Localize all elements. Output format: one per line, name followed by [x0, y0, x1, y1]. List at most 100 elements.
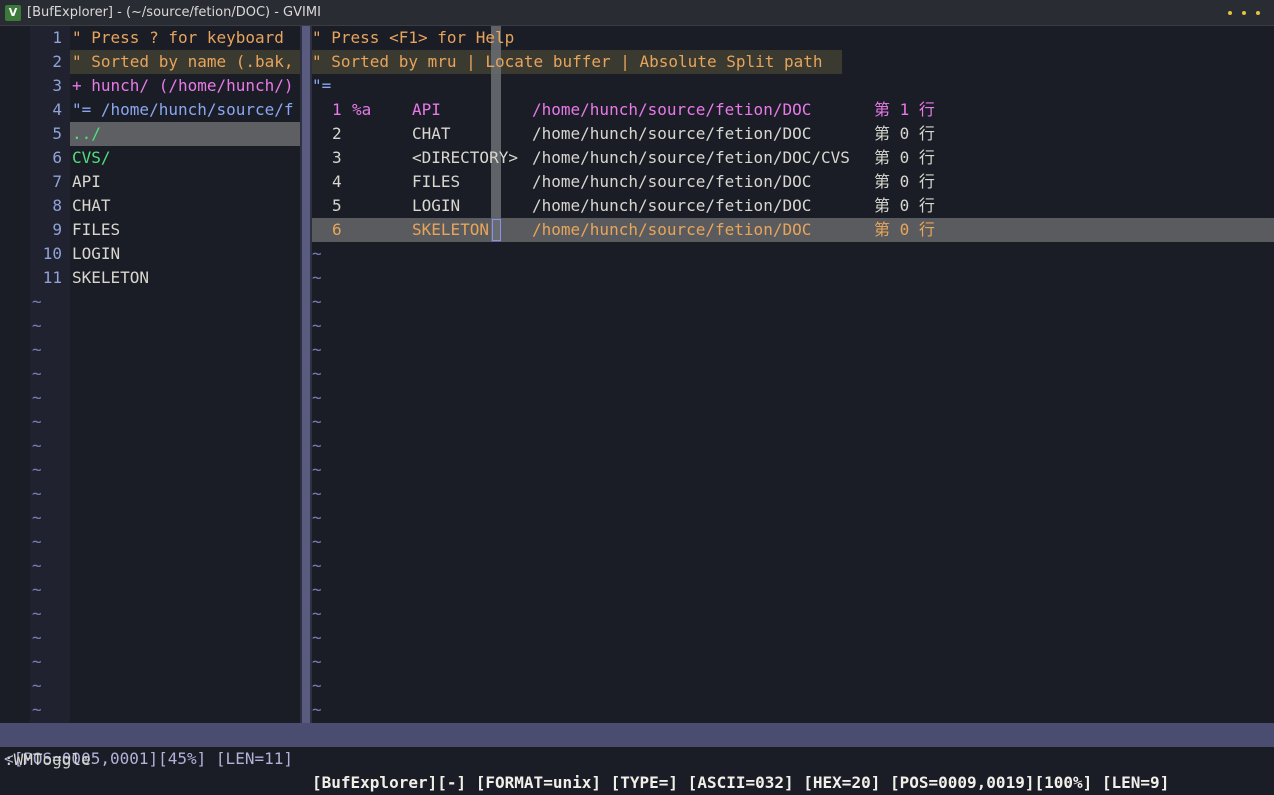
empty-line-marker: ~ [312, 676, 322, 695]
parent-dir-entry[interactable]: ../ [72, 122, 101, 146]
buffer-line-info: 第 0 行 [874, 196, 935, 215]
close-button[interactable] [1256, 10, 1260, 15]
line-number: 4 [52, 100, 62, 119]
line-number: 7 [52, 172, 62, 191]
empty-line-marker: ~ [312, 556, 322, 575]
empty-line-marker: ~ [32, 508, 42, 527]
empty-line-marker: ~ [32, 388, 42, 407]
buffer-path: /home/hunch/source/fetion/DOC [532, 172, 812, 191]
empty-line-marker: ~ [32, 340, 42, 359]
title-bar: V [BufExplorer] - (~/source/fetion/DOC) … [0, 0, 1274, 26]
file-entry[interactable]: CHAT [72, 194, 111, 218]
empty-line-marker: ~ [312, 388, 322, 407]
empty-line-marker: ~ [32, 316, 42, 335]
empty-line-marker: ~ [312, 532, 322, 551]
line-number: 2 [52, 52, 62, 71]
empty-line-marker: ~ [32, 628, 42, 647]
empty-line-marker: ~ [312, 508, 322, 527]
empty-line-marker: ~ [32, 460, 42, 479]
empty-line-marker: ~ [32, 700, 42, 719]
buffer-line-info: 第 1 行 [874, 100, 935, 119]
buffer-path: /home/hunch/source/fetion/DOC [532, 124, 812, 143]
window-title: [BufExplorer] - (~/source/fetion/DOC) - … [27, 5, 321, 20]
line-number: 9 [52, 220, 62, 239]
left-margin [0, 26, 30, 723]
file-entry[interactable]: FILES [72, 218, 120, 242]
buffer-flags: %a [352, 100, 372, 119]
file-entry[interactable]: SKELETON [72, 266, 149, 290]
empty-line-marker: ~ [32, 556, 42, 575]
buffer-name: FILES [412, 172, 461, 191]
buffer-number: 5 [332, 196, 342, 215]
buffer-path: /home/hunch/source/fetion/DOC/CVS [532, 148, 850, 167]
sort-comment-line: " Sorted by mru | Locate buffer | Absolu… [312, 52, 823, 71]
empty-line-marker: ~ [32, 676, 42, 695]
buffer-path: /home/hunch/source/fetion/DOC [532, 220, 812, 239]
current-path-line: "= /home/hunch/source/f [72, 100, 294, 119]
file-entry[interactable]: LOGIN [72, 242, 120, 266]
empty-line-marker: ~ [312, 340, 322, 359]
empty-line-marker: ~ [32, 412, 42, 431]
buffer-name: API [412, 100, 441, 119]
directory-entry[interactable]: CVS/ [72, 146, 111, 170]
buffer-name: SKELETON [412, 220, 490, 239]
empty-line-marker: ~ [312, 244, 322, 263]
empty-line-marker: ~ [312, 460, 322, 479]
empty-line-marker: ~ [312, 316, 322, 335]
file-entry[interactable]: API [72, 170, 101, 194]
line-number: 10 [42, 244, 62, 263]
empty-line-marker: ~ [312, 700, 322, 719]
empty-line-marker: ~ [312, 652, 322, 671]
vertical-split-separator[interactable] [300, 26, 312, 723]
empty-line-marker: ~ [312, 436, 322, 455]
empty-line-marker: ~ [312, 484, 322, 503]
empty-line-marker: ~ [32, 364, 42, 383]
separator-comment-line: "= [312, 76, 332, 95]
empty-line-marker: ~ [312, 292, 322, 311]
command-line[interactable]: :WMToggle [0, 748, 1274, 772]
minimize-button[interactable] [1228, 10, 1232, 15]
window-controls [1228, 10, 1260, 15]
buffer-path: /home/hunch/source/fetion/DOC [532, 196, 812, 215]
root-dir-line[interactable]: + hunch/ (/home/hunch/) [72, 74, 300, 98]
line-number: 1 [52, 28, 62, 47]
empty-line-marker: ~ [312, 604, 322, 623]
buffer-line-info: 第 0 行 [874, 124, 935, 143]
empty-line-marker: ~ [32, 652, 42, 671]
buffer-number: 1 [332, 100, 342, 119]
empty-line-marker: ~ [32, 484, 42, 503]
line-number: 11 [42, 268, 62, 287]
buffer-number: 6 [332, 220, 342, 239]
buffer-path: /home/hunch/source/fetion/DOC [532, 100, 812, 119]
line-number: 6 [52, 148, 62, 167]
line-number: 3 [52, 76, 62, 95]
empty-line-marker: ~ [32, 604, 42, 623]
empty-line-marker: ~ [32, 580, 42, 599]
empty-line-marker: ~ [32, 436, 42, 455]
gvim-icon[interactable]: V [5, 4, 21, 21]
sort-comment-line: " Sorted by name (.bak, [72, 52, 294, 71]
buffer-line-info: 第 0 行 [874, 172, 935, 191]
text-cursor [492, 219, 501, 241]
empty-line-marker: ~ [312, 628, 322, 647]
empty-line-marker: ~ [312, 364, 322, 383]
help-comment-line: " Press <F1> for Help [312, 28, 515, 47]
buffer-name: <DIRECTORY> [412, 148, 518, 167]
empty-line-marker: ~ [312, 412, 322, 431]
left-cursor-line [70, 122, 300, 146]
line-number: 8 [52, 196, 62, 215]
buffer-name: LOGIN [412, 196, 461, 215]
separator-bar [302, 26, 310, 723]
status-bar: <[POS=0005,0001][45%] [LEN=11] [BufExplo… [0, 723, 1274, 792]
empty-line-marker: ~ [32, 292, 42, 311]
empty-line-marker: ~ [312, 268, 322, 287]
buffer-number: 3 [332, 148, 342, 167]
line-number: 5 [52, 124, 62, 143]
buffer-line-info: 第 0 行 [874, 148, 935, 167]
right-status: [BufExplorer][-] [FORMAT=unix] [TYPE=] [… [312, 773, 1170, 792]
buffer-line-info: 第 0 行 [874, 220, 935, 239]
buffer-name: CHAT [412, 124, 451, 143]
editor-area[interactable]: 1 2 3 4 5 6 7 8 9 10 11 " Press ? for ke… [0, 26, 1274, 723]
help-comment-line: " Press ? for keyboard [72, 28, 284, 47]
maximize-button[interactable] [1242, 10, 1246, 15]
